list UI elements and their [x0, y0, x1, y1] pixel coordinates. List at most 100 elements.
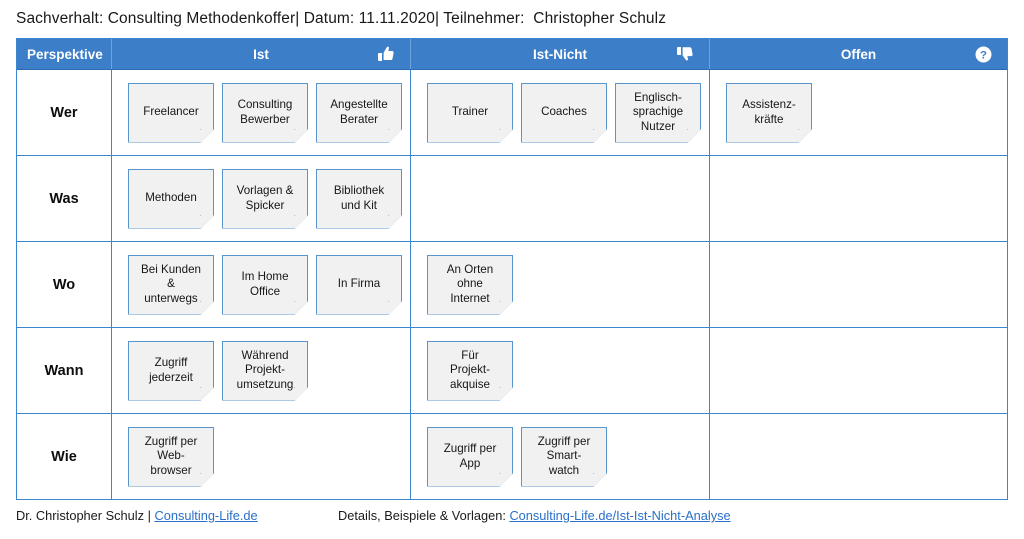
perspective-label: Wer: [50, 104, 78, 121]
note-group: Methoden Vorlagen & Spicker Bibliothek und…: [122, 169, 402, 229]
cell-ist-nicht: [410, 156, 709, 241]
footer-details-prefix: Details, Beispiele & Vorlagen:: [338, 508, 510, 523]
note-group: Zugriff per Web- browser: [122, 427, 214, 487]
sticky-note[interactable]: Im Home Office: [222, 255, 308, 315]
sticky-note[interactable]: Englisch- sprachige Nutzer: [615, 83, 701, 143]
sticky-note[interactable]: Coaches: [521, 83, 607, 143]
perspective-label: Wie: [51, 448, 77, 465]
sticky-note-text: Consulting Bewerber: [237, 98, 293, 126]
footer-author-link[interactable]: Consulting-Life.de: [154, 508, 257, 523]
perspective-cell-wer: Wer: [17, 70, 111, 155]
note-fold-corner-icon: [499, 473, 513, 487]
cell-ist-nicht: Für Projekt- akquise: [410, 328, 709, 413]
perspective-cell-wann: Wann: [17, 328, 111, 413]
sticky-note[interactable]: Trainer: [427, 83, 513, 143]
page-title: Sachverhalt: Consulting Methodenkoffer| …: [16, 6, 1006, 32]
column-header-offen: Offen ?: [709, 39, 1007, 69]
sticky-note[interactable]: Consulting Bewerber: [222, 83, 308, 143]
footer-author: Dr. Christopher Schulz | Consulting-Life…: [16, 508, 258, 523]
sticky-note[interactable]: Vorlagen & Spicker: [222, 169, 308, 229]
cell-ist-nicht: Trainer Coaches Englisch- sprachige Nutzer: [410, 70, 709, 155]
note-fold-corner-icon: [200, 129, 214, 143]
note-fold-corner-icon: [499, 301, 513, 315]
sticky-note[interactable]: Zugriff per Web- browser: [128, 427, 214, 487]
note-fold-corner-icon: [200, 387, 214, 401]
footer-author-prefix: Dr. Christopher Schulz |: [16, 508, 155, 523]
note-fold-corner-icon: [388, 301, 402, 315]
sticky-note-text: Assistenz- kräfte: [742, 98, 796, 126]
sticky-note[interactable]: Freelancer: [128, 83, 214, 143]
sticky-note-text: Zugriff per App: [443, 442, 497, 470]
note-fold-corner-icon: [200, 473, 214, 487]
cell-ist: Zugriff jederzeit Während Projekt- umsetz…: [111, 328, 410, 413]
note-fold-corner-icon: [687, 129, 701, 143]
note-fold-corner-icon: [200, 215, 214, 229]
perspective-cell-wo: Wo: [17, 242, 111, 327]
sticky-note[interactable]: Für Projekt- akquise: [427, 341, 513, 401]
cell-ist-nicht: Zugriff per App Zugriff per Smart- watch: [410, 414, 709, 499]
sticky-note-text: Während Projekt- umsetzung: [236, 349, 294, 391]
note-fold-corner-icon: [294, 301, 308, 315]
sticky-note[interactable]: Zugriff jederzeit: [128, 341, 214, 401]
thumbs-up-icon: [376, 44, 396, 64]
cell-offen: [709, 156, 1007, 241]
sticky-note-text: In Firma: [337, 277, 381, 291]
sticky-note-text: Zugriff per Smart- watch: [537, 435, 591, 477]
table-row: Wer Freelancer Consulting Bewerber Angestel…: [17, 70, 1007, 156]
column-header-perspektive: Perspektive: [17, 39, 111, 69]
sticky-note[interactable]: An Orten ohne Internet: [427, 255, 513, 315]
sticky-note-text: Zugriff per Web- browser: [144, 435, 198, 477]
sticky-note[interactable]: Bei Kunden & unterwegs: [128, 255, 214, 315]
note-group: Trainer Coaches Englisch- sprachige Nutzer: [421, 83, 701, 143]
note-fold-corner-icon: [499, 387, 513, 401]
note-fold-corner-icon: [499, 129, 513, 143]
page-title-text: Sachverhalt: Consulting Methodenkoffer| …: [16, 10, 667, 27]
table-header-row: Perspektive Ist Ist-Nicht Offen ?: [17, 39, 1007, 70]
note-fold-corner-icon: [798, 129, 812, 143]
column-header-ist-nicht-label: Ist-Nicht: [533, 46, 587, 62]
cell-ist: Bei Kunden & unterwegs Im Home Office In F…: [111, 242, 410, 327]
sticky-note-text: Bibliothek und Kit: [333, 184, 385, 212]
ist-ist-nicht-table: Perspektive Ist Ist-Nicht Offen ? Wer Fre…: [16, 38, 1008, 500]
footer-details-link[interactable]: Consulting-Life.de/Ist-Ist-Nicht-Analyse: [509, 508, 730, 523]
note-fold-corner-icon: [294, 215, 308, 229]
sticky-note[interactable]: Angestellte Berater: [316, 83, 402, 143]
column-header-ist-label: Ist: [253, 46, 269, 62]
sticky-note[interactable]: Methoden: [128, 169, 214, 229]
cell-offen: [709, 242, 1007, 327]
column-header-ist-nicht: Ist-Nicht: [410, 39, 709, 69]
perspective-cell-wie: Wie: [17, 414, 111, 499]
cell-ist: Methoden Vorlagen & Spicker Bibliothek und…: [111, 156, 410, 241]
perspective-label: Wo: [52, 276, 76, 293]
note-group: Für Projekt- akquise: [421, 341, 513, 401]
table-row: Wann Zugriff jederzeit Während Projekt- um…: [17, 328, 1007, 414]
column-header-perspektive-label: Perspektive: [27, 46, 103, 62]
sticky-note-text: Trainer: [451, 105, 489, 119]
note-fold-corner-icon: [388, 215, 402, 229]
column-header-offen-label: Offen: [840, 46, 877, 62]
cell-ist-nicht: An Orten ohne Internet: [410, 242, 709, 327]
sticky-note-text: Bei Kunden & unterwegs: [141, 263, 201, 305]
column-header-ist: Ist: [111, 39, 410, 69]
note-fold-corner-icon: [294, 129, 308, 143]
footer-details: Details, Beispiele & Vorlagen: Consultin…: [338, 508, 731, 523]
sticky-note[interactable]: In Firma: [316, 255, 402, 315]
sticky-note[interactable]: Zugriff per App: [427, 427, 513, 487]
note-group: Bei Kunden & unterwegs Im Home Office In F…: [122, 255, 402, 315]
cell-ist: Zugriff per Web- browser: [111, 414, 410, 499]
cell-ist: Freelancer Consulting Bewerber Angestellte…: [111, 70, 410, 155]
sticky-note[interactable]: Bibliothek und Kit: [316, 169, 402, 229]
sticky-note[interactable]: Assistenz- kräfte: [726, 83, 812, 143]
note-fold-corner-icon: [593, 129, 607, 143]
sticky-note-text: Vorlagen & Spicker: [236, 184, 294, 212]
table-row: Wo Bei Kunden & unterwegs Im Home Office In…: [17, 242, 1007, 328]
sticky-note-text: Englisch- sprachige Nutzer: [632, 91, 684, 133]
sticky-note[interactable]: Zugriff per Smart- watch: [521, 427, 607, 487]
sticky-note[interactable]: Während Projekt- umsetzung: [222, 341, 308, 401]
sticky-note-text: Coaches: [541, 105, 587, 119]
question-mark-circle-icon: ?: [973, 44, 993, 64]
perspective-cell-was: Was: [17, 156, 111, 241]
sticky-note-text: Im Home Office: [241, 270, 289, 298]
sticky-note-text: Angestellte Berater: [330, 98, 388, 126]
sticky-note-text: Für Projekt- akquise: [450, 349, 490, 391]
